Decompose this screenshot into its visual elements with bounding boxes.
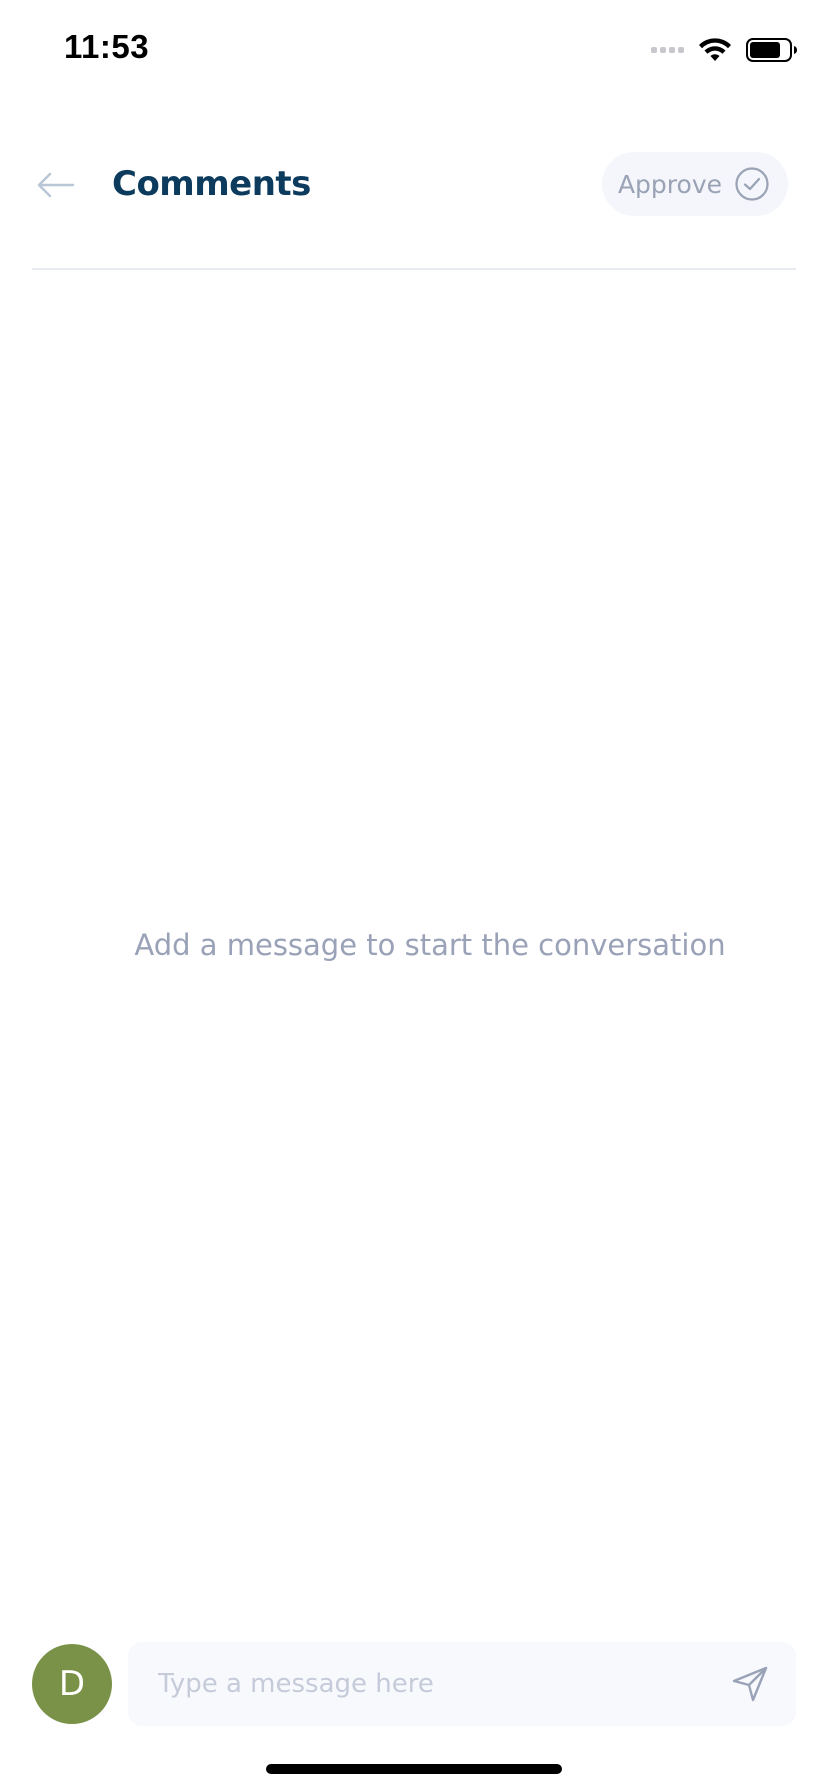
battery-icon — [746, 38, 797, 62]
wifi-icon — [699, 38, 731, 61]
page-title: Comments — [112, 164, 311, 204]
status-bar: 11:53 — [0, 0, 828, 100]
back-button[interactable] — [30, 160, 80, 210]
message-input[interactable] — [158, 1642, 698, 1726]
approve-button[interactable]: Approve — [601, 152, 788, 216]
status-time: 11:53 — [64, 28, 150, 65]
header-divider — [32, 268, 796, 270]
signal-icon — [651, 47, 684, 53]
message-composer: D — [0, 1640, 828, 1730]
arrow-left-icon — [37, 172, 75, 198]
send-button[interactable] — [728, 1662, 772, 1706]
avatar[interactable]: D — [32, 1644, 112, 1724]
home-indicator — [266, 1764, 562, 1774]
empty-state-message: Add a message to start the conversation — [134, 928, 726, 962]
send-icon — [732, 1666, 768, 1702]
approve-label: Approve — [617, 169, 722, 199]
header: Comments Approve — [0, 140, 828, 230]
check-circle-icon — [734, 166, 770, 202]
message-box — [128, 1642, 796, 1726]
status-icons — [651, 36, 798, 64]
